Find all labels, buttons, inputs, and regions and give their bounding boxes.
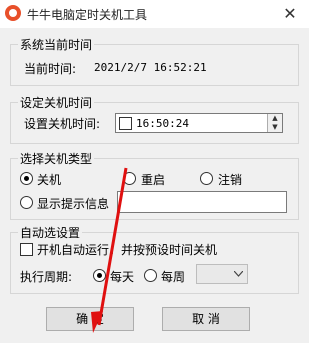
set-shutdown-label: 设置关机时间: — [24, 117, 101, 131]
time-spinner[interactable]: ▲ ▼ — [267, 114, 282, 132]
radio-restart[interactable] — [123, 172, 136, 185]
radio-daily-label[interactable]: 每天 — [110, 268, 134, 285]
period-label: 执行周期: — [20, 270, 73, 284]
shutdown-time-picker[interactable]: 16:50:24 ▲ ▼ — [115, 113, 283, 133]
window-title: 牛牛电脑定时关机工具 — [27, 8, 148, 22]
radio-shutdown-label[interactable]: 关机 — [37, 171, 61, 188]
shutdown-time-checkbox[interactable] — [119, 117, 132, 130]
auto-settings-group-title: 自动选设置 — [18, 224, 83, 241]
close-icon[interactable]: ✕ — [279, 4, 301, 24]
radio-show-message-label[interactable]: 显示提示信息 — [37, 195, 109, 212]
radio-weekly[interactable] — [144, 269, 157, 282]
shutdown-type-group-title: 选择关机类型 — [18, 150, 95, 167]
radio-shutdown[interactable] — [20, 172, 33, 185]
app-window: 牛牛电脑定时关机工具 ✕ 系统当前时间 当前时间: 2021/2/7 16:52… — [0, 0, 309, 343]
radio-restart-label[interactable]: 重启 — [141, 171, 165, 188]
current-time-group-title: 系统当前时间 — [18, 36, 95, 53]
current-time-label: 当前时间: — [24, 62, 77, 76]
weekday-select[interactable] — [196, 264, 248, 284]
radio-daily[interactable] — [93, 269, 106, 282]
radio-logoff-label[interactable]: 注销 — [218, 171, 242, 188]
title-bar: 牛牛电脑定时关机工具 ✕ — [0, 0, 309, 28]
radio-show-message[interactable] — [20, 196, 33, 209]
app-logo-icon — [5, 5, 21, 21]
radio-weekly-label[interactable]: 每周 — [161, 268, 185, 285]
autostart-label[interactable]: 开机自动运行，并按预设时间关机 — [37, 241, 217, 258]
shutdown-time-value[interactable]: 16:50:24 — [136, 117, 189, 130]
set-shutdown-group-title: 设定关机时间 — [18, 94, 95, 111]
spin-down-icon[interactable]: ▼ — [268, 123, 282, 132]
autostart-checkbox[interactable] — [20, 243, 33, 256]
ok-button[interactable]: 确 定 — [46, 307, 134, 331]
radio-logoff[interactable] — [200, 172, 213, 185]
chevron-down-icon — [234, 271, 243, 277]
message-input[interactable] — [117, 191, 287, 213]
spin-up-icon[interactable]: ▲ — [268, 114, 282, 123]
current-time-value: 2021/2/7 16:52:21 — [94, 61, 207, 74]
cancel-button[interactable]: 取 消 — [162, 307, 250, 331]
